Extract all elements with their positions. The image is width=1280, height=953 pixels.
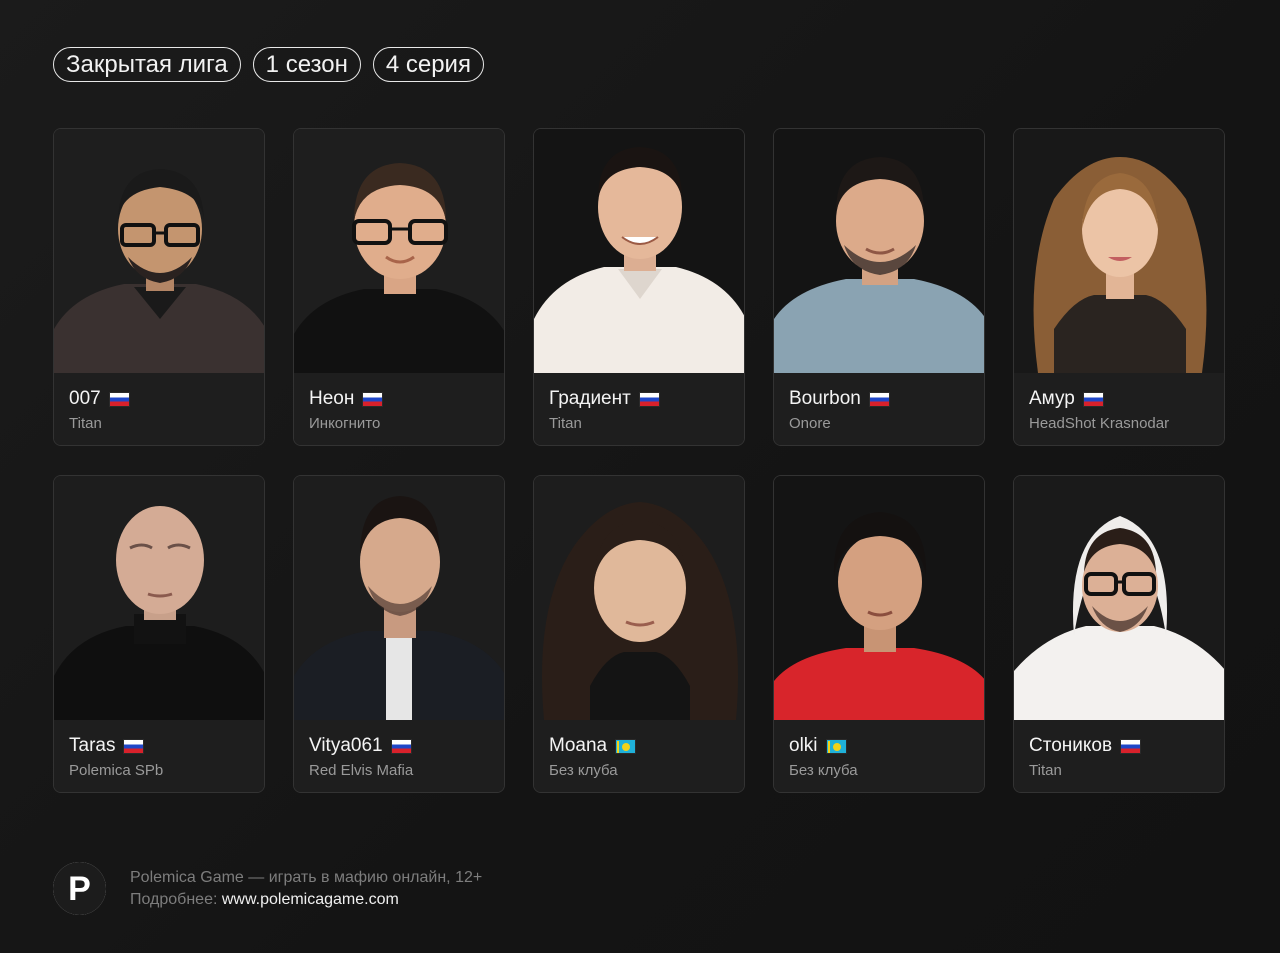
tag-series[interactable]: 4 серия [372, 47, 484, 82]
logo-letter: P [68, 869, 91, 908]
kazakhstan-flag-icon [825, 738, 847, 754]
player-photo-image [534, 476, 744, 720]
player-club: Onore [789, 415, 831, 432]
player-info: Градиент Titan [534, 373, 744, 445]
player-name: olki [789, 735, 818, 756]
player-card[interactable]: Vitya061 Red Elvis Mafia [293, 475, 505, 793]
player-club: Titan [1029, 762, 1062, 779]
player-name-row: Градиент [549, 386, 729, 412]
player-card[interactable]: Стоников Titan [1013, 475, 1225, 793]
player-photo-image [54, 129, 264, 373]
player-info: Taras Polemica SPb [54, 720, 264, 792]
player-info: olki Без клуба [774, 720, 984, 792]
player-photo-image [1014, 476, 1224, 720]
player-info: Неон Инкогнито [294, 373, 504, 445]
player-photo [774, 476, 984, 720]
player-photo [1014, 476, 1224, 720]
player-info: Moana Без клуба [534, 720, 744, 792]
player-name-row: 007 [69, 386, 249, 412]
page: Закрытая лига 1 сезон 4 серия 007 Titan … [0, 0, 1280, 953]
player-card[interactable]: Неон Инкогнито [293, 128, 505, 446]
player-club: Без клуба [789, 762, 858, 779]
player-card[interactable]: Градиент Titan [533, 128, 745, 446]
player-club: HeadShot Krasnodar [1029, 415, 1170, 432]
russia-flag-icon [1082, 391, 1104, 407]
russia-flag-icon [1120, 738, 1142, 754]
player-photo-image [534, 129, 744, 373]
player-name-row: Vitya061 [309, 733, 489, 759]
player-name-row: Стоников [1029, 733, 1209, 759]
russia-flag-icon [108, 391, 130, 407]
player-name: Амур [1029, 388, 1075, 409]
player-photo-image [774, 129, 984, 373]
player-info: Bourbon Onore [774, 373, 984, 445]
player-photo [1014, 129, 1224, 373]
russia-flag-icon [868, 391, 890, 407]
player-photo [294, 129, 504, 373]
player-photo-image [1014, 129, 1224, 373]
player-photo [294, 476, 504, 720]
player-name-row: Taras [69, 733, 249, 759]
footer-more-label: Подробнее: [130, 890, 222, 908]
russia-flag-icon [638, 391, 660, 407]
player-name-row: Неон [309, 386, 489, 412]
player-card[interactable]: olki Без клуба [773, 475, 985, 793]
player-photo-image [294, 129, 504, 373]
player-name: 007 [69, 388, 101, 409]
player-card[interactable]: Bourbon Onore [773, 128, 985, 446]
player-name-row: Амур [1029, 386, 1209, 412]
player-name: Taras [69, 735, 116, 756]
player-card[interactable]: Амур HeadShot Krasnodar [1013, 128, 1225, 446]
player-photo-image [294, 476, 504, 720]
player-name-row: olki [789, 733, 969, 759]
player-name-row: Bourbon [789, 386, 969, 412]
footer-tagline: Polemica Game — играть в мафию онлайн, 1… [130, 868, 483, 886]
player-club: Titan [549, 415, 582, 432]
player-name: Bourbon [789, 388, 861, 409]
footer-more-line: Подробнее: www.polemicagame.com [130, 889, 482, 911]
player-name: Неон [309, 388, 355, 409]
player-photo [774, 129, 984, 373]
tag-season[interactable]: 1 сезон [252, 47, 361, 82]
polemica-logo-icon: P [53, 862, 106, 915]
footer: P Polemica Game — играть в мафию онлайн,… [53, 862, 482, 915]
player-card[interactable]: Moana Без клуба [533, 475, 745, 793]
player-photo [534, 129, 744, 373]
player-info: 007 Titan [54, 373, 264, 445]
russia-flag-icon [123, 738, 145, 754]
player-club: Red Elvis Mafia [309, 762, 414, 779]
tag-league[interactable]: Закрытая лига [53, 47, 241, 82]
player-info: Стоников Titan [1014, 720, 1224, 792]
player-info: Амур HeadShot Krasnodar [1014, 373, 1224, 445]
player-name: Vitya061 [309, 735, 383, 756]
player-club: Polemica SPb [69, 762, 164, 779]
player-photo-image [54, 476, 264, 720]
player-name: Moana [549, 735, 608, 756]
russia-flag-icon [390, 738, 412, 754]
tag-list: Закрытая лига 1 сезон 4 серия [53, 47, 484, 82]
player-name: Градиент [549, 388, 631, 409]
player-club: Инкогнито [309, 415, 381, 432]
player-photo [54, 129, 264, 373]
player-info: Vitya061 Red Elvis Mafia [294, 720, 504, 792]
footer-url-link[interactable]: www.polemicagame.com [222, 891, 399, 908]
player-name: Стоников [1029, 735, 1113, 756]
kazakhstan-flag-icon [615, 738, 637, 754]
player-photo [534, 476, 744, 720]
player-club: Без клуба [549, 762, 618, 779]
footer-text: Polemica Game — играть в мафию онлайн, 1… [130, 867, 482, 911]
russia-flag-icon [362, 391, 384, 407]
player-grid: 007 Titan Неон Инкогнито Градиент Titan … [53, 128, 1225, 793]
player-name-row: Moana [549, 733, 729, 759]
player-photo [54, 476, 264, 720]
player-card[interactable]: 007 Titan [53, 128, 265, 446]
player-card[interactable]: Taras Polemica SPb [53, 475, 265, 793]
player-photo-image [774, 476, 984, 720]
player-club: Titan [69, 415, 102, 432]
